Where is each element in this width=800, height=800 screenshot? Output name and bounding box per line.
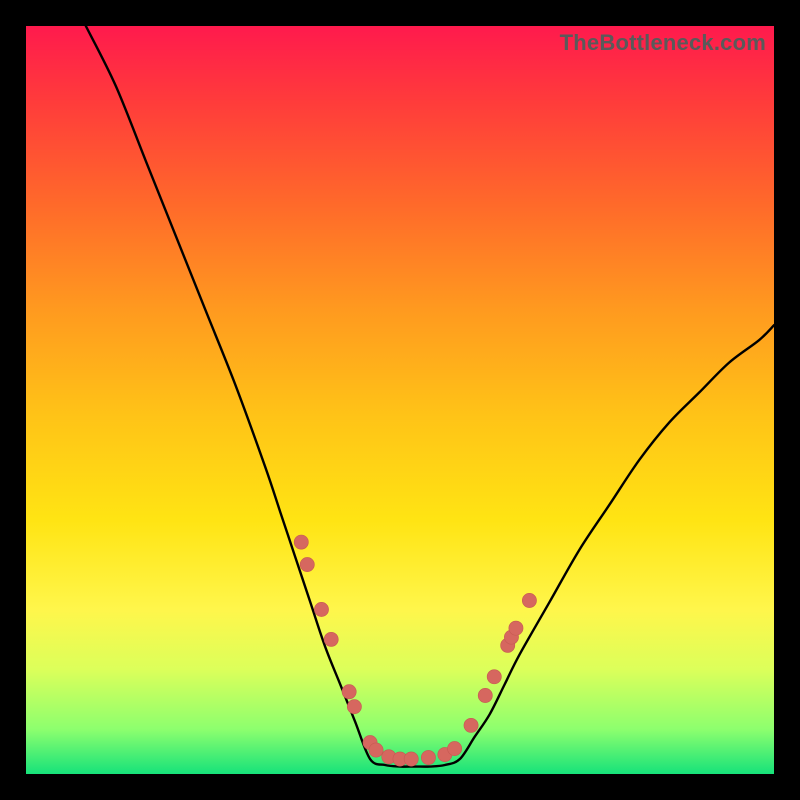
- data-point: [342, 685, 356, 699]
- data-point: [324, 632, 338, 646]
- data-point: [369, 743, 383, 757]
- data-point: [421, 750, 435, 764]
- marker-dots: [294, 535, 536, 766]
- data-point: [300, 557, 314, 571]
- plot-area: TheBottleneck.com: [26, 26, 774, 774]
- data-point: [447, 741, 461, 755]
- data-point: [404, 752, 418, 766]
- bottleneck-curve: [86, 26, 774, 767]
- data-point: [487, 670, 501, 684]
- data-point: [464, 718, 478, 732]
- curve-layer: [26, 26, 774, 774]
- data-point: [522, 593, 536, 607]
- data-point: [347, 700, 361, 714]
- data-point: [314, 602, 328, 616]
- data-point: [294, 535, 308, 549]
- data-point: [509, 621, 523, 635]
- curve-paths: [86, 26, 774, 767]
- data-point: [478, 688, 492, 702]
- chart-frame: TheBottleneck.com: [0, 0, 800, 800]
